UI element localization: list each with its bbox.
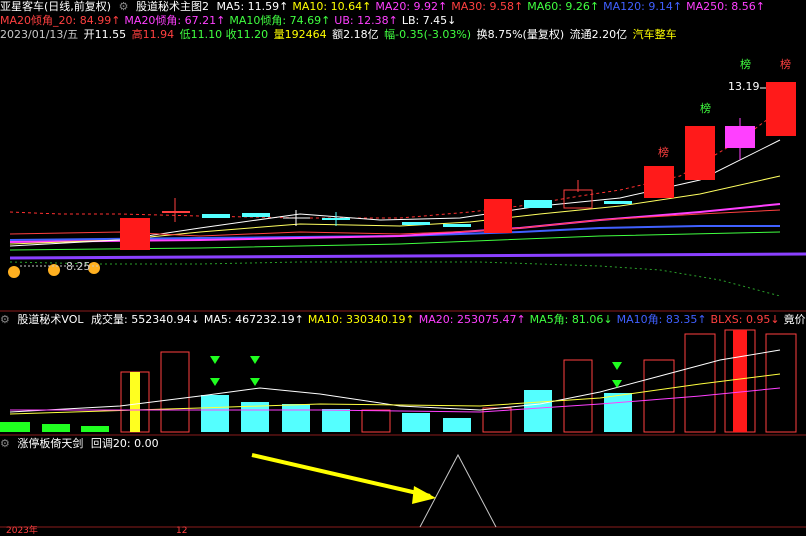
- candle: [644, 166, 674, 198]
- gear-icon[interactable]: ⚙: [0, 313, 10, 326]
- candle: [202, 214, 230, 218]
- bottom-panel-header: ⚙ 涨停板倚天剑 回调20: 0.00: [0, 437, 163, 451]
- candle: [563, 189, 593, 209]
- vol-value-item: MA20: 253075.47↑: [418, 313, 526, 326]
- vol-panel-name[interactable]: 股道秘术VOL: [17, 313, 83, 326]
- candle: [443, 224, 471, 227]
- candle: [242, 213, 270, 217]
- time-axis-month: 12: [176, 526, 188, 536]
- bottom-panel-value: 回调20: 0.00: [90, 437, 159, 450]
- upper-band-line: [9, 109, 781, 219]
- candle: [120, 218, 150, 250]
- candle: [725, 126, 755, 148]
- candle: [402, 222, 430, 225]
- vol-value-item: MA10角: 83.35↑: [616, 313, 707, 326]
- vol-values: 成交量: 552340.94↓ MA5: 467232.19↑ MA10: 3303…: [91, 313, 806, 326]
- board-tag: 榜: [740, 58, 751, 71]
- gear-icon[interactable]: ⚙: [0, 437, 10, 450]
- chart-canvas[interactable]: [0, 0, 806, 535]
- annotation-arrow: [251, 453, 431, 498]
- buy-arrow-icons: [210, 356, 622, 388]
- board-tag: 榜: [700, 102, 711, 115]
- candle: [484, 199, 512, 233]
- candle: [604, 201, 632, 204]
- signal-triangle: [419, 453, 497, 528]
- board-tag: 榜: [780, 58, 791, 71]
- vol-ma20-line: [10, 387, 781, 413]
- vol-value-item: 成交量: 552340.94↓: [91, 313, 200, 326]
- bottom-panel-name[interactable]: 涨停板倚天剑: [17, 437, 83, 450]
- vol-panel-header: ⚙ 股道秘术VOL 成交量: 552340.94↓ MA5: 467232.19↑…: [0, 313, 806, 327]
- candle: [524, 200, 552, 208]
- vol-ma10-line: [9, 373, 781, 415]
- low-price-label: 8.25: [66, 260, 91, 273]
- high-price-label: 13.19: [728, 80, 760, 93]
- time-axis-year: 2023年: [6, 526, 38, 536]
- vol-value-item: BLXS: 0.95↓: [710, 313, 780, 326]
- vol-value-item: MA5: 467232.19↑: [203, 313, 304, 326]
- lower-band-line: [9, 261, 781, 297]
- vol-value-item: MA5角: 81.06↓: [529, 313, 613, 326]
- board-tag: 榜: [658, 146, 669, 159]
- vol-ma5-line: [9, 349, 781, 413]
- vol-value-item: MA10: 330340.19↑: [307, 313, 415, 326]
- arrow-head-icon: [412, 486, 436, 504]
- vol-value-item: 竟价量: 3: [783, 313, 806, 326]
- ma250-line: [9, 252, 806, 260]
- candle: [685, 126, 715, 180]
- candle: [766, 82, 796, 136]
- volume-bars: [0, 329, 797, 433]
